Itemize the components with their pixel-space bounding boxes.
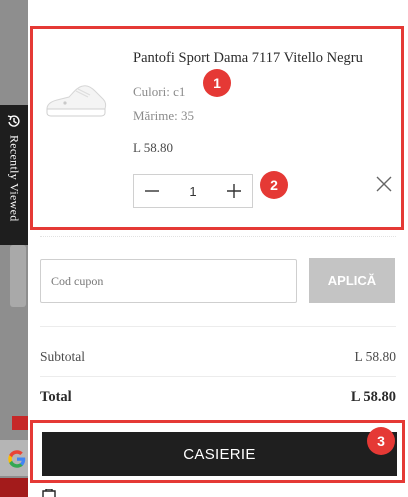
bag-icon bbox=[42, 489, 56, 497]
minus-icon bbox=[145, 190, 159, 192]
product-size: Mărime: 35 bbox=[133, 108, 195, 123]
total-label: Total bbox=[40, 389, 72, 405]
quantity-value[interactable]: 1 bbox=[189, 184, 196, 199]
subtotal-value: L 58.80 bbox=[354, 349, 397, 364]
annotation-badge-2: 2 bbox=[260, 171, 288, 199]
subtotal-label: Subtotal bbox=[40, 349, 86, 364]
page-backdrop[interactable] bbox=[0, 0, 28, 497]
divider bbox=[40, 376, 396, 377]
sneaker-product-image[interactable] bbox=[43, 73, 109, 127]
coupon-input[interactable] bbox=[40, 259, 297, 303]
cart-item: Pantofi Sport Dama 7117 Vitello Negru Cu… bbox=[30, 26, 404, 230]
backdrop-product-shape bbox=[10, 245, 26, 307]
recently-viewed-tab[interactable]: Recently Viewed bbox=[0, 105, 28, 245]
total-value: L 58.80 bbox=[350, 389, 396, 405]
backdrop-red-bar bbox=[0, 478, 28, 497]
recently-viewed-label: Recently Viewed bbox=[7, 135, 22, 222]
divider bbox=[40, 326, 396, 327]
annotation-badge-1: 1 bbox=[203, 69, 231, 97]
decrease-quantity-button[interactable] bbox=[134, 175, 170, 207]
product-price: L 58.80 bbox=[133, 140, 173, 155]
google-icon bbox=[8, 450, 26, 468]
divider bbox=[40, 236, 396, 237]
recently-viewed-icon bbox=[7, 115, 20, 127]
checkout-highlight: CASIERIE 3 bbox=[30, 420, 405, 483]
remove-item-button[interactable] bbox=[375, 175, 393, 193]
checkout-button[interactable]: CASIERIE bbox=[42, 432, 397, 476]
apply-coupon-button[interactable]: APLICĂ bbox=[309, 258, 395, 303]
plus-icon bbox=[226, 184, 241, 198]
increase-quantity-button[interactable] bbox=[216, 175, 252, 207]
product-name[interactable]: Pantofi Sport Dama 7117 Vitello Negru bbox=[133, 50, 363, 67]
subtotal-row: Subtotal L 58.80 bbox=[40, 349, 396, 365]
product-color: Culori: c1 bbox=[133, 84, 186, 99]
total-row: Total L 58.80 bbox=[40, 389, 396, 406]
cart-drawer: Pantofi Sport Dama 7117 Vitello Negru Cu… bbox=[28, 0, 408, 497]
close-icon bbox=[376, 176, 392, 192]
quantity-stepper: 1 bbox=[133, 174, 253, 208]
backdrop-red-element bbox=[12, 416, 28, 430]
annotation-badge-3: 3 bbox=[367, 427, 395, 455]
